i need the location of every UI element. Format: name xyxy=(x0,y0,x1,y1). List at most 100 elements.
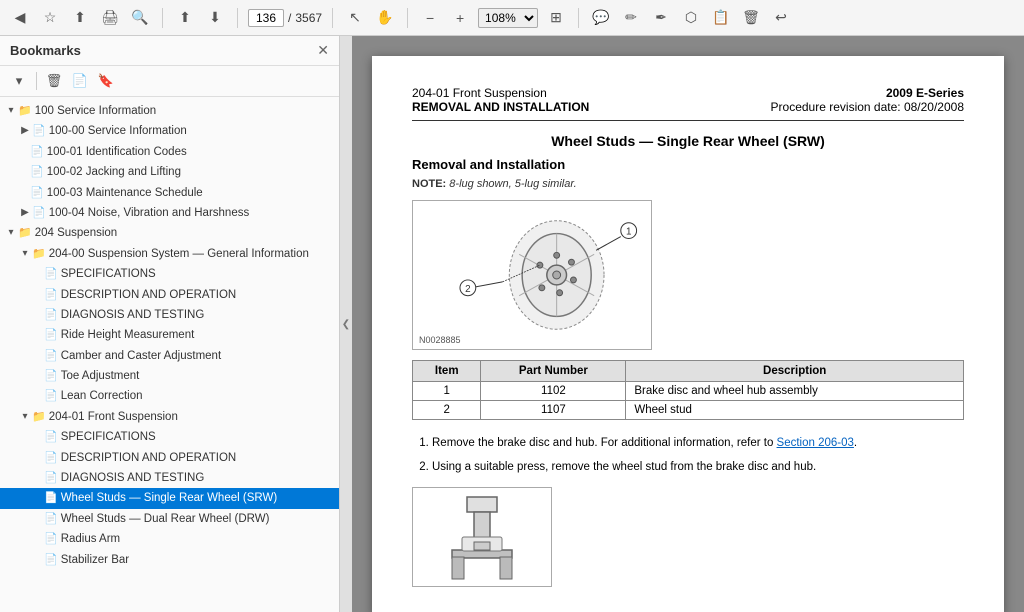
sidebar-collapse-handle[interactable]: ❮ xyxy=(340,36,352,612)
step1-link[interactable]: Section 206-03 xyxy=(777,437,854,449)
stamp-button[interactable]: 📋 xyxy=(709,6,733,30)
tree-item-s204-01-spec[interactable]: 📄 SPECIFICATIONS xyxy=(0,427,339,447)
press-illustration-box xyxy=(412,487,552,587)
tree-label-s204-00-desc: DESCRIPTION AND OPERATION xyxy=(61,287,335,303)
illustration-label: N0028885 xyxy=(419,335,461,345)
svg-text:2: 2 xyxy=(465,284,470,295)
sidebar-dropdown-button[interactable]: ▾ xyxy=(8,70,30,92)
file-icon: 📄 xyxy=(44,308,58,323)
separator1 xyxy=(162,8,163,28)
tree-item-s204[interactable]: ▾ 📁 204 Suspension xyxy=(0,223,339,243)
sidebar: Bookmarks ✕ ▾ 🗑 📄 🔖 ▾ 📁 100 Service Info… xyxy=(0,36,340,612)
tree-item-s204-01-wheel-srw[interactable]: 📄 Wheel Studs — Single Rear Wheel (SRW) xyxy=(0,488,339,508)
sidebar-close-button[interactable]: ✕ xyxy=(317,42,329,59)
file-icon: 📄 xyxy=(30,145,44,160)
back-button[interactable]: ◀ xyxy=(8,6,32,30)
tree-item-s204-01[interactable]: ▾ 📁 204-01 Front Suspension xyxy=(0,407,339,427)
tree-item-s100-04[interactable]: ▶ 📄 100-04 Noise, Vibration and Harshnes… xyxy=(0,203,339,223)
tree-item-s100[interactable]: ▾ 📁 100 Service Information xyxy=(0,101,339,121)
tree-item-s204-00-desc[interactable]: 📄 DESCRIPTION AND OPERATION xyxy=(0,285,339,305)
header-date: Procedure revision date: 08/20/2008 xyxy=(771,100,964,114)
cursor-tool[interactable]: ↖ xyxy=(343,6,367,30)
tree-item-s204-01-diag[interactable]: 📄 DIAGNOSIS AND TESTING xyxy=(0,468,339,488)
tools-separator xyxy=(36,72,37,90)
step-2: Using a suitable press, remove the wheel… xyxy=(432,458,964,476)
expander-s204[interactable]: ▾ xyxy=(4,226,18,240)
zoom-button[interactable]: 🔍 xyxy=(128,6,152,30)
tree-item-s204-00-toe[interactable]: 📄 Toe Adjustment xyxy=(0,366,339,386)
expander-s204-01[interactable]: ▾ xyxy=(18,410,32,424)
tree-item-s204-01-stab[interactable]: 📄 Stabilizer Bar xyxy=(0,550,339,570)
row1-item: 1 xyxy=(413,382,481,401)
tree-item-s100-02[interactable]: 📄 100-02 Jacking and Lifting xyxy=(0,162,339,182)
zoom-in-button[interactable]: + xyxy=(448,6,472,30)
upload-button[interactable]: ⬆ xyxy=(68,6,92,30)
expander-s100-04[interactable]: ▶ xyxy=(18,206,32,220)
row2-desc: Wheel stud xyxy=(626,401,964,420)
file-icon: 📄 xyxy=(44,267,58,282)
separator2 xyxy=(237,8,238,28)
tree-label-s204-01: 204-01 Front Suspension xyxy=(49,409,335,425)
tree-item-s100-00[interactable]: ▶ 📄 100-00 Service Information xyxy=(0,121,339,141)
zoom-out-button[interactable]: − xyxy=(418,6,442,30)
tree-item-s204-00[interactable]: ▾ 📁 204-00 Suspension System — General I… xyxy=(0,244,339,264)
page-number-input[interactable]: 136 xyxy=(248,9,284,27)
header-divider xyxy=(412,120,964,121)
star-button[interactable]: ☆ xyxy=(38,6,62,30)
sidebar-page-tool[interactable]: 📄 xyxy=(69,70,91,92)
tree-item-s204-00-ride[interactable]: 📄 Ride Height Measurement xyxy=(0,325,339,345)
pdf-page: 204-01 Front Suspension REMOVAL AND INST… xyxy=(372,56,1004,612)
separator3 xyxy=(332,8,333,28)
prev-page-upload[interactable]: ⬆ xyxy=(173,6,197,30)
hand-tool[interactable]: ✋ xyxy=(373,6,397,30)
expander-s100-00[interactable]: ▶ xyxy=(18,124,32,138)
page-separator: / xyxy=(288,11,291,25)
shape-button[interactable]: ⬡ xyxy=(679,6,703,30)
table-row: 1 1102 Brake disc and wheel hub assembly xyxy=(413,382,964,401)
step-1: Remove the brake disc and hub. For addit… xyxy=(432,434,964,452)
step2-text: Using a suitable press, remove the wheel… xyxy=(432,461,816,473)
tree-item-s204-01-wheel-drw[interactable]: 📄 Wheel Studs — Dual Rear Wheel (DRW) xyxy=(0,509,339,529)
tree-item-s204-01-desc[interactable]: 📄 DESCRIPTION AND OPERATION xyxy=(0,448,339,468)
tree-item-s100-01[interactable]: 📄 100-01 Identification Codes xyxy=(0,142,339,162)
tree-item-s204-00-lean[interactable]: 📄 Lean Correction xyxy=(0,386,339,406)
file-icon: 📄 xyxy=(44,369,58,384)
sidebar-bookmark-tool[interactable]: 🔖 xyxy=(95,70,117,92)
tree-label-s100-03: 100-03 Maintenance Schedule xyxy=(47,185,335,201)
toolbar: ◀ ☆ ⬆ 🖨 🔍 ⬆ ⬇ 136 / 3567 ↖ ✋ − + 108% 10… xyxy=(0,0,1024,36)
row1-part: 1102 xyxy=(481,382,626,401)
tree-label-s204-01-stab: Stabilizer Bar xyxy=(61,552,335,568)
tree-item-s204-00-diag[interactable]: 📄 DIAGNOSIS AND TESTING xyxy=(0,305,339,325)
zoom-selector[interactable]: 108% 100% 75% 150% xyxy=(478,8,538,28)
print-button[interactable]: 🖨 xyxy=(98,6,122,30)
table-header-row: Item Part Number Description xyxy=(413,361,964,382)
tree-label-s204-00-spec: SPECIFICATIONS xyxy=(61,266,335,282)
tree-label-s204-00-ride: Ride Height Measurement xyxy=(61,327,335,343)
sidebar-delete-tool[interactable]: 🗑 xyxy=(43,70,65,92)
pencil-button[interactable]: ✏ xyxy=(619,6,643,30)
header-section-subtitle: REMOVAL AND INSTALLATION xyxy=(412,100,589,114)
tree-label-s204-00-diag: DIAGNOSIS AND TESTING xyxy=(61,307,335,323)
page-navigation: 136 / 3567 xyxy=(248,9,322,27)
row2-item: 2 xyxy=(413,401,481,420)
wheel-illustration-box: 1 2 N0028885 xyxy=(412,200,652,350)
sidebar-tree: ▾ 📁 100 Service Information ▶ 📄 100-00 S… xyxy=(0,97,339,612)
step1-text-post: . xyxy=(854,437,857,449)
tree-item-s204-00-spec[interactable]: 📄 SPECIFICATIONS xyxy=(0,264,339,284)
expander-s100[interactable]: ▾ xyxy=(4,104,18,118)
file-icon: 📄 xyxy=(44,553,58,568)
annotation-button[interactable]: 💬 xyxy=(589,6,613,30)
delete-button[interactable]: 🗑 xyxy=(739,6,763,30)
undo-button[interactable]: ↩ xyxy=(769,6,793,30)
file-icon: 📄 xyxy=(44,389,58,404)
fit-width-button[interactable]: ⊞ xyxy=(544,6,568,30)
file-icon: 📄 xyxy=(30,165,44,180)
file-icon: 📄 xyxy=(44,532,58,547)
tree-item-s100-03[interactable]: 📄 100-03 Maintenance Schedule xyxy=(0,183,339,203)
tree-item-s204-01-radius[interactable]: 📄 Radius Arm xyxy=(0,529,339,549)
tree-item-s204-00-camber[interactable]: 📄 Camber and Caster Adjustment xyxy=(0,346,339,366)
expander-s204-00[interactable]: ▾ xyxy=(18,247,32,261)
prev-page-down[interactable]: ⬇ xyxy=(203,6,227,30)
tree-label-s204-00: 204-00 Suspension System — General Infor… xyxy=(49,246,335,262)
highlight-button[interactable]: ✒ xyxy=(649,6,673,30)
